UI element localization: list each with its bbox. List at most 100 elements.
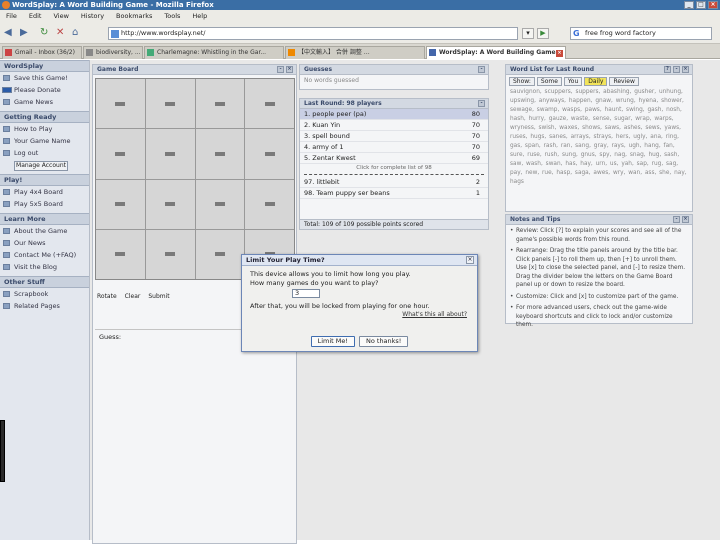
- player-score: 2: [475, 178, 480, 186]
- filter-some-button[interactable]: Some: [536, 77, 562, 86]
- collapse-icon[interactable]: -: [673, 216, 680, 223]
- tab-biodiversity[interactable]: biodiversity, ...: [83, 46, 143, 59]
- menu-view[interactable]: View: [53, 10, 68, 22]
- table-row[interactable]: 1. people peer (pa) 80: [300, 109, 488, 120]
- table-row[interactable]: 4. army of 1 70: [300, 142, 488, 153]
- menu-help[interactable]: Help: [192, 10, 207, 22]
- sidebar-item-donate[interactable]: Please Donate: [0, 84, 89, 96]
- submit-button[interactable]: Submit: [148, 291, 169, 303]
- site-favicon-icon: [111, 30, 119, 38]
- help-icon[interactable]: ?: [664, 66, 671, 73]
- board-tile[interactable]: [245, 129, 294, 179]
- manage-account-button[interactable]: Manage Account: [14, 161, 68, 171]
- table-row[interactable]: 97. littlebit 2: [300, 177, 488, 188]
- board-tile[interactable]: [145, 129, 195, 179]
- menu-file[interactable]: File: [6, 10, 17, 22]
- collapse-icon[interactable]: -: [478, 100, 485, 107]
- board-tile[interactable]: [96, 79, 145, 129]
- collapse-icon[interactable]: -: [478, 66, 485, 73]
- board-tile[interactable]: [245, 79, 294, 129]
- table-row[interactable]: 2. Kuan Yin 70: [300, 120, 488, 131]
- sidebar-item-label: Your Game Name: [14, 137, 71, 145]
- table-row[interactable]: 5. Zentar Kwest 69: [300, 153, 488, 164]
- board-tile[interactable]: [96, 179, 145, 229]
- sidebar-item-label: Our News: [14, 239, 46, 247]
- maximize-button[interactable]: □: [696, 1, 706, 9]
- minimize-button[interactable]: _: [684, 1, 694, 9]
- board-icon: [3, 201, 10, 207]
- tab-label: WordSplay: A Word Building Game: [439, 49, 556, 56]
- rotate-button[interactable]: Rotate: [97, 291, 117, 303]
- no-thanks-button[interactable]: No thanks!: [358, 336, 409, 347]
- sidebar-item-scrapbook[interactable]: Scrapbook: [0, 288, 89, 300]
- board-tile[interactable]: [195, 129, 245, 179]
- complete-list-link[interactable]: Click for complete list of 98: [300, 164, 488, 172]
- board-tile[interactable]: [96, 229, 145, 279]
- filter-daily-button[interactable]: Daily: [584, 77, 608, 86]
- sidebar-item-5x5[interactable]: Play 5x5 Board: [0, 198, 89, 210]
- whats-this-link[interactable]: What's this all about?: [402, 311, 467, 318]
- clear-button[interactable]: Clear: [125, 291, 141, 303]
- close-panel-icon[interactable]: ×: [682, 216, 689, 223]
- home-icon[interactable]: ⌂: [72, 27, 78, 39]
- menu-edit[interactable]: Edit: [29, 10, 42, 22]
- stop-icon[interactable]: ✕: [56, 27, 64, 39]
- sidebar-item-about[interactable]: About the Game: [0, 225, 89, 237]
- table-row[interactable]: 3. spell bound 70: [300, 131, 488, 142]
- collapse-icon[interactable]: -: [277, 66, 284, 73]
- board-tile[interactable]: [245, 179, 294, 229]
- board-tile[interactable]: [195, 79, 245, 129]
- table-row[interactable]: 98. Team puppy ser beans 1: [300, 188, 488, 199]
- tab-charlemagne[interactable]: Charlemagne: Whistling in the Gar...: [144, 46, 284, 59]
- collapse-icon[interactable]: -: [673, 66, 680, 73]
- limit-me-button[interactable]: Limit Me!: [310, 336, 355, 347]
- menu-bookmarks[interactable]: Bookmarks: [116, 10, 152, 22]
- filter-review-button[interactable]: Review: [609, 77, 639, 86]
- player-score: 70: [471, 143, 480, 151]
- board-tile[interactable]: [195, 179, 245, 229]
- back-arrow-icon[interactable]: ◀: [4, 27, 12, 39]
- tab-gmail[interactable]: Gmail - Inbox (36/2): [2, 46, 82, 59]
- sidebar-item-blog[interactable]: Visit the Blog: [0, 261, 89, 273]
- tab-chinese[interactable]: 【中文輸入】 合併 調整 …: [285, 46, 425, 59]
- save-icon: [3, 75, 10, 81]
- reload-icon[interactable]: ↻: [40, 27, 48, 39]
- board-tile[interactable]: [195, 229, 245, 279]
- sidebar-item-news[interactable]: Game News: [0, 96, 89, 108]
- sidebar-item-logout[interactable]: Log out: [0, 147, 89, 159]
- sidebar-item-our-news[interactable]: Our News: [0, 237, 89, 249]
- menu-tools[interactable]: Tools: [164, 10, 180, 22]
- navigation-toolbar: ◀ ▶ ↻ ✕ ⌂ http://www.wordsplay.net/ ▾ ▶ …: [0, 22, 720, 44]
- sidebar-item-how-to-play[interactable]: How to Play: [0, 123, 89, 135]
- url-dropdown-button[interactable]: ▾: [522, 28, 534, 39]
- tab-wordsplay[interactable]: WordSplay: A Word Building Game ×: [426, 46, 566, 59]
- filter-you-button[interactable]: You: [563, 77, 583, 86]
- games-count-input[interactable]: 3: [292, 289, 320, 298]
- url-bar[interactable]: http://www.wordsplay.net/: [108, 27, 518, 40]
- menu-history[interactable]: History: [81, 10, 104, 22]
- sidebar-item-contact[interactable]: Contact Me (+FAQ): [0, 249, 89, 261]
- board-tile[interactable]: [96, 129, 145, 179]
- go-button[interactable]: ▶: [537, 28, 549, 39]
- dialog-close-icon[interactable]: ×: [466, 256, 474, 264]
- sidebar-item-related[interactable]: Related Pages: [0, 300, 89, 312]
- sidebar-item-4x4[interactable]: Play 4x4 Board: [0, 186, 89, 198]
- page-icon: [288, 49, 295, 56]
- tab-label: Gmail - Inbox (36/2): [15, 49, 75, 56]
- scroll-handle[interactable]: [0, 420, 5, 482]
- close-panel-icon[interactable]: ×: [286, 66, 293, 73]
- close-tab-icon[interactable]: ×: [556, 50, 563, 57]
- sidebar-item-save[interactable]: Save this Game!: [0, 72, 89, 84]
- search-box[interactable]: G free frog word factory: [570, 27, 712, 40]
- board-tile[interactable]: [145, 79, 195, 129]
- board-tile[interactable]: [145, 229, 195, 279]
- scrapbook-icon: [3, 291, 10, 297]
- forward-arrow-icon[interactable]: ▶: [20, 27, 28, 39]
- close-window-button[interactable]: ×: [708, 1, 718, 9]
- close-panel-icon[interactable]: ×: [682, 66, 689, 73]
- sidebar-header-play: Play!: [0, 174, 89, 186]
- sidebar-item-game-name[interactable]: Your Game Name: [0, 135, 89, 147]
- board-tile[interactable]: [145, 179, 195, 229]
- player-name: 2. Kuan Yin: [304, 121, 341, 129]
- player-score: 80: [471, 110, 480, 118]
